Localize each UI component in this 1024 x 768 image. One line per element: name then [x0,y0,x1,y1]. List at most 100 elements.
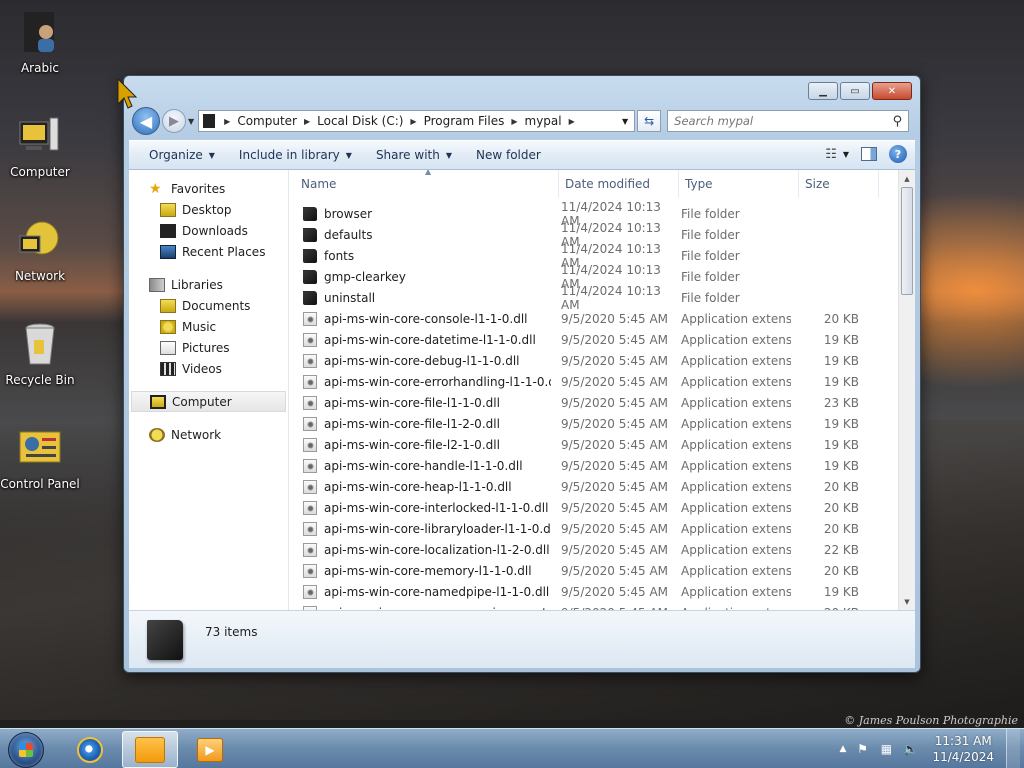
nav-item-favorites[interactable]: ★ Favorites [129,178,288,199]
include-in-library-button[interactable]: Include in library ▼ [227,148,364,162]
nav-item-videos[interactable]: Videos [129,358,288,379]
table-row[interactable]: api-ms-win-core-processenvironment-l19/5… [289,602,915,610]
breadcrumb-separator-icon[interactable]: ▶ [566,117,578,126]
scroll-up-icon[interactable]: ▲ [899,170,915,187]
dll-file-icon [303,374,317,389]
file-name-cell: api-ms-win-core-interlocked-l1-1-0.dll [289,500,551,515]
date-modified-cell: 9/5/2020 5:45 AM [561,437,669,452]
new-folder-button[interactable]: New folder [464,148,553,162]
nav-item-computer[interactable]: Computer [131,391,286,412]
file-name: fonts [324,248,355,263]
search-input[interactable] [674,114,875,128]
table-row[interactable]: api-ms-win-core-namedpipe-l1-1-0.dll 9/5/… [289,581,915,602]
forward-button[interactable]: ▶ [162,109,186,133]
recent-places-icon [160,244,176,259]
nav-item-desktop[interactable]: Desktop [129,199,288,220]
table-row[interactable]: api-ms-win-core-errorhandling-l1-1-0.dll… [289,371,915,392]
nav-item-downloads[interactable]: Downloads [129,220,288,241]
breadcrumb-separator-icon[interactable]: ▶ [407,117,419,126]
details-view-icon: ☷ [825,146,837,162]
preview-pane-icon[interactable] [861,147,877,161]
volume-muted-icon[interactable]: 🔈 [902,741,918,757]
forward-arrow-icon: ▶ [169,113,179,129]
scrollbar-thumb[interactable] [901,187,913,295]
column-header-type[interactable]: Type [679,170,799,198]
taskbar-windows-explorer[interactable] [122,731,178,768]
dll-file-icon [303,584,317,599]
table-row[interactable]: api-ms-win-core-localization-l1-2-0.dll 9… [289,539,915,560]
column-header-size[interactable]: Size [799,170,879,198]
share-with-button[interactable]: Share with ▼ [364,148,464,162]
desktop-icon-recycle-bin[interactable]: Recycle Bin [0,320,80,387]
recent-pages-dropdown-icon[interactable]: ▼ [188,117,194,126]
table-row[interactable]: api-ms-win-core-heap-l1-1-0.dll 9/5/2020 … [289,476,915,497]
table-row[interactable]: api-ms-win-core-libraryloader-l1-1-0.dll… [289,518,915,539]
file-name-cell: api-ms-win-core-handle-l1-1-0.dll [289,458,551,473]
file-name-cell: api-ms-win-core-file-l2-1-0.dll [289,437,551,452]
close-button[interactable]: ✕ [872,82,912,100]
size-cell: 19 KB [823,437,859,452]
size-cell: 20 KB [823,521,859,536]
desktop-icon-label: Computer [10,165,70,179]
table-row[interactable]: api-ms-win-core-interlocked-l1-1-0.dll 9/… [289,497,915,518]
explorer-window[interactable]: ▁ ▭ ✕ ◀ ▶ ▼ ▶ Computer ▶ Local Disk (C:)… [123,75,921,673]
address-bar[interactable]: ▶ Computer ▶ Local Disk (C:) ▶ Program F… [198,110,636,132]
type-cell: File folder [681,206,740,221]
table-row[interactable]: api-ms-win-core-file-l1-2-0.dll 9/5/2020 … [289,413,915,434]
table-row[interactable]: uninstall 11/4/2024 10:13 AM File folder [289,284,915,312]
breadcrumb-local-disk[interactable]: Local Disk (C:) [313,114,407,128]
address-dropdown-icon[interactable]: ▼ [622,117,628,126]
desktop-icon-arabic[interactable]: Arabic [0,8,80,75]
table-row[interactable]: api-ms-win-core-debug-l1-1-0.dll 9/5/2020… [289,350,915,371]
type-cell: Application extens... [681,563,791,578]
desktop-icon-network[interactable]: Network [0,216,80,283]
refresh-button[interactable]: ⇆ [637,110,662,132]
start-button[interactable] [8,732,44,768]
breadcrumb-separator-icon[interactable]: ▶ [301,117,313,126]
table-row[interactable]: api-ms-win-core-file-l2-1-0.dll 9/5/2020 … [289,434,915,455]
breadcrumb-mypal[interactable]: mypal [521,114,566,128]
breadcrumb-separator-icon[interactable]: ▶ [221,117,233,126]
chevron-down-icon: ▼ [445,150,452,160]
search-box[interactable]: ⚲ [667,110,910,132]
network-status-icon[interactable]: ▦ [878,741,894,757]
help-icon[interactable]: ? [889,145,907,163]
change-view-button[interactable]: ☷ ▼ [825,147,849,162]
nav-libraries-group: Libraries Documents Music Pictures Video… [129,274,288,379]
breadcrumb-program-files[interactable]: Program Files [420,114,509,128]
maximize-button[interactable]: ▭ [840,82,870,100]
action-center-flag-icon[interactable]: ⚑ [854,741,870,757]
type-cell: Application extens... [681,395,791,410]
organize-button[interactable]: Organize ▼ [137,148,227,162]
table-row[interactable]: api-ms-win-core-datetime-l1-1-0.dll 9/5/2… [289,329,915,350]
nav-item-network[interactable]: Network [129,424,288,445]
desktop-icon-control-panel[interactable]: Control Panel [0,424,80,491]
nav-item-documents[interactable]: Documents [129,295,288,316]
vertical-scrollbar[interactable]: ▲ ▼ [898,170,915,610]
dll-file-icon [303,332,317,347]
search-icon[interactable]: ⚲ [893,114,903,129]
minimize-button[interactable]: ▁ [808,82,838,100]
table-row[interactable]: api-ms-win-core-memory-l1-1-0.dll 9/5/202… [289,560,915,581]
column-header-date-modified[interactable]: Date modified [559,170,679,198]
table-row[interactable]: api-ms-win-core-handle-l1-1-0.dll 9/5/202… [289,455,915,476]
table-row[interactable]: api-ms-win-core-console-l1-1-0.dll 9/5/20… [289,308,915,329]
show-hidden-icons-icon[interactable]: ▲ [840,744,847,754]
nav-item-recent-places[interactable]: Recent Places [129,241,288,262]
desktop-icon-label: Recycle Bin [5,373,75,387]
back-button[interactable]: ◀ [132,107,160,135]
desktop-icon-computer[interactable]: Computer [0,112,80,179]
taskbar-media-player[interactable]: ▶ [182,731,238,768]
nav-item-libraries[interactable]: Libraries [129,274,288,295]
nav-item-pictures[interactable]: Pictures [129,337,288,358]
breadcrumb-separator-icon[interactable]: ▶ [508,117,520,126]
taskbar-internet-explorer[interactable] [62,731,118,768]
show-desktop-button[interactable] [1006,729,1020,768]
clock[interactable]: 11:31 AM 11/4/2024 [932,733,994,765]
column-header-name[interactable]: Name [289,170,559,198]
organize-label: Organize [149,148,203,162]
table-row[interactable]: api-ms-win-core-file-l1-1-0.dll 9/5/2020 … [289,392,915,413]
breadcrumb-computer[interactable]: Computer [233,114,301,128]
scroll-down-icon[interactable]: ▼ [899,593,915,610]
nav-item-music[interactable]: Music [129,316,288,337]
